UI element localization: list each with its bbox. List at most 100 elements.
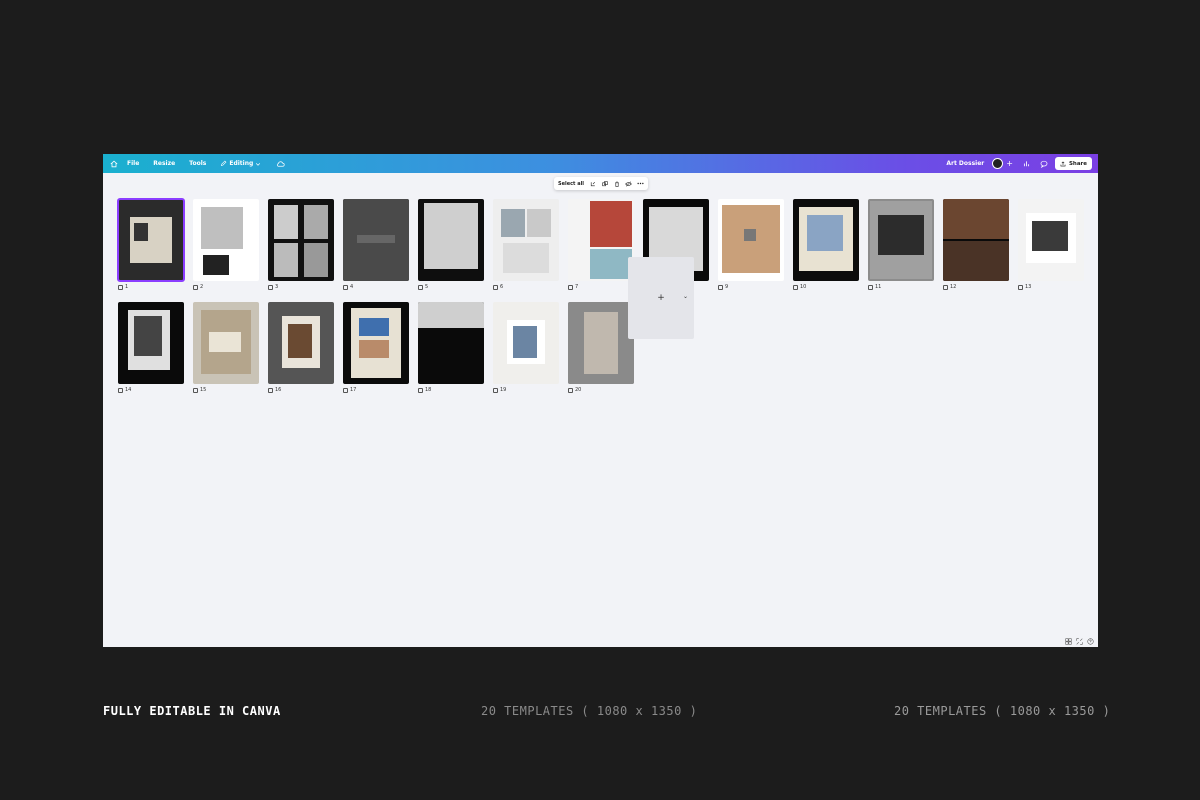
page-icon (193, 284, 198, 290)
page-preview[interactable] (118, 302, 184, 384)
page-preview[interactable] (868, 199, 934, 281)
page-number: 6 (500, 284, 504, 290)
duplicate-icon[interactable] (601, 180, 608, 187)
editing-dropdown[interactable]: Editing (220, 160, 261, 167)
page-thumbnail-9[interactable]: 9 (718, 199, 784, 294)
grid-view-icon[interactable] (1064, 637, 1072, 645)
page-number: 5 (425, 284, 429, 290)
comment-icon[interactable] (1038, 158, 1050, 170)
home-icon[interactable] (109, 159, 119, 169)
select-all-button[interactable]: Select all (558, 181, 584, 187)
page-thumbnail-1[interactable]: 1 (117, 198, 185, 294)
page-number-label: 4 (343, 284, 353, 290)
page-preview[interactable] (793, 199, 859, 281)
document-title[interactable]: Art Dossier (946, 160, 984, 167)
page-thumbnail-15[interactable]: 15 (193, 302, 259, 397)
page-number: 14 (125, 387, 132, 393)
page-number: 2 (200, 284, 204, 290)
page-thumbnail-13[interactable]: 13 (1018, 199, 1084, 294)
page-number: 10 (800, 284, 807, 290)
page-thumbnail-20[interactable]: 20 (568, 302, 634, 397)
page-preview[interactable] (1018, 199, 1084, 281)
page-number-label: 14 (118, 387, 131, 393)
page-thumbnail-10[interactable]: 10 (793, 199, 859, 294)
page-number: 19 (500, 387, 507, 393)
page-preview[interactable] (568, 199, 634, 281)
page-preview[interactable] (493, 302, 559, 384)
page-number-label: 20 (568, 387, 581, 393)
page-number-label: 17 (343, 387, 356, 393)
page-thumbnail-6[interactable]: 6 (493, 199, 559, 294)
add-page-button[interactable]: + ⌄ (628, 257, 694, 339)
page-thumbnail-11[interactable]: 11 (868, 199, 934, 294)
share-button[interactable]: Share (1054, 157, 1092, 170)
page-thumbnail-17[interactable]: 17 (343, 302, 409, 397)
page-image (304, 243, 328, 277)
page-icon (343, 284, 348, 290)
page-thumbnail-5[interactable]: 5 (418, 199, 484, 294)
page-image (274, 205, 298, 239)
page-number: 12 (950, 284, 957, 290)
move-icon[interactable] (589, 180, 596, 187)
page-icon (268, 284, 273, 290)
page-preview[interactable] (718, 199, 784, 281)
page-thumbnail-7[interactable]: 7 (568, 199, 634, 294)
page-thumbnail-2[interactable]: 2 (193, 199, 259, 294)
more-options-icon[interactable] (637, 180, 644, 187)
page-thumbnail-14[interactable]: 14 (118, 302, 184, 397)
page-preview[interactable] (343, 302, 409, 384)
page-image (424, 203, 478, 269)
add-collaborator-icon[interactable]: + (1006, 159, 1013, 168)
page-preview[interactable] (268, 302, 334, 384)
page-thumbnail-16[interactable]: 16 (268, 302, 334, 397)
menu-file[interactable]: File (127, 160, 139, 167)
page-thumbnail-19[interactable]: 19 (493, 302, 559, 397)
page-image (501, 209, 525, 237)
page-number-label: 18 (418, 387, 431, 393)
page-preview[interactable] (193, 199, 259, 281)
cloud-sync-icon[interactable] (275, 159, 285, 169)
page-icon (343, 387, 348, 393)
page-preview[interactable] (117, 198, 185, 282)
page-image (744, 229, 756, 241)
help-icon[interactable] (1086, 637, 1094, 645)
page-number: 20 (575, 387, 582, 393)
page-image (878, 215, 924, 255)
page-preview[interactable] (268, 199, 334, 281)
page-image (584, 312, 618, 374)
page-number: 4 (350, 284, 354, 290)
page-thumbnail-3[interactable]: 3 (268, 199, 334, 294)
top-toolbar: File Resize Tools Editing Art Dossier + … (103, 154, 1098, 173)
page-image (288, 324, 312, 358)
hide-icon[interactable] (625, 180, 632, 187)
page-number: 1 (125, 284, 129, 290)
page-preview[interactable] (418, 302, 484, 384)
chevron-down-icon[interactable]: ⌄ (683, 293, 688, 300)
page-preview[interactable] (493, 199, 559, 281)
analytics-icon[interactable] (1021, 158, 1033, 170)
page-number-label: 2 (193, 284, 203, 290)
page-number-label: 15 (193, 387, 206, 393)
page-preview[interactable] (568, 302, 634, 384)
page-icon (568, 387, 573, 393)
menu-tools[interactable]: Tools (189, 160, 206, 167)
trash-icon[interactable] (613, 180, 620, 187)
page-preview[interactable] (193, 302, 259, 384)
page-preview[interactable] (943, 199, 1009, 281)
menu-resize[interactable]: Resize (153, 160, 175, 167)
page-number: 3 (275, 284, 279, 290)
page-icon (568, 284, 573, 290)
page-number: 17 (350, 387, 357, 393)
fullscreen-icon[interactable] (1075, 637, 1083, 645)
avatar[interactable] (992, 158, 1004, 169)
page-preview[interactable] (343, 199, 409, 281)
page-number: 9 (725, 284, 729, 290)
bottom-view-controls (1064, 637, 1094, 645)
page-icon (493, 387, 498, 393)
page-thumbnail-18[interactable]: 18 (418, 302, 484, 397)
page-icon (868, 284, 873, 290)
page-preview[interactable] (418, 199, 484, 281)
page-thumbnail-12[interactable]: 12 (943, 199, 1009, 294)
page-image (503, 243, 549, 273)
page-thumbnail-4[interactable]: 4 (343, 199, 409, 294)
